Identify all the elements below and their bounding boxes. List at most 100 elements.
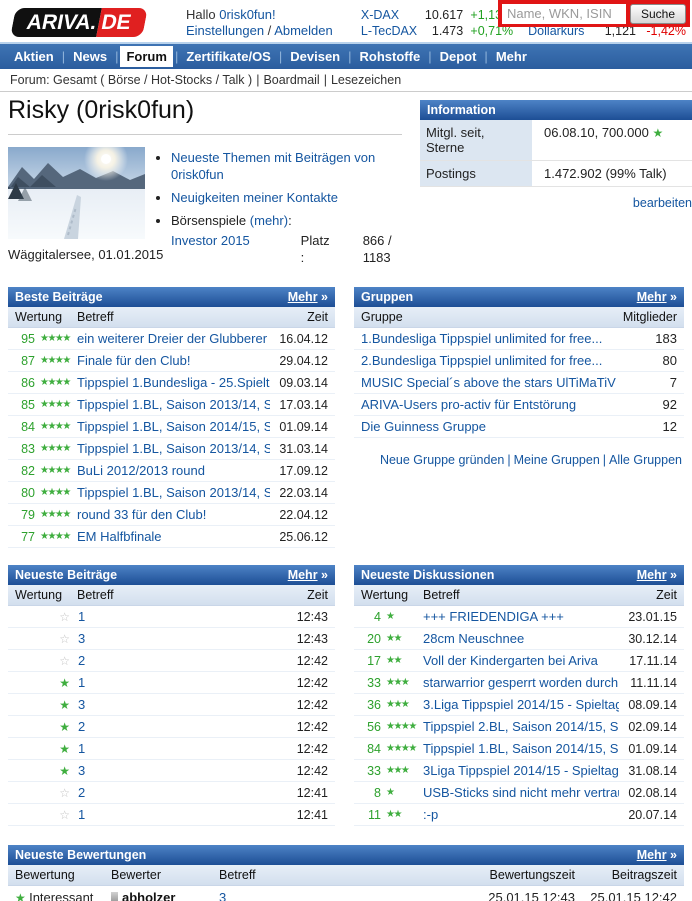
game-link[interactable]: Investor 2015 [171, 232, 283, 266]
mehr-link[interactable]: Mehr » [637, 848, 677, 862]
mehr-link[interactable]: Mehr » [637, 568, 677, 582]
ticker-label[interactable]: X-DAX [361, 7, 417, 23]
mehr-link[interactable]: Mehr » [637, 290, 677, 304]
nav-item-rohstoffe[interactable]: Rohstoffe [354, 46, 427, 67]
betreff-link[interactable]: 28cm Neuschnee [423, 631, 619, 646]
ariva-logo[interactable]: ARIVA. DE [10, 8, 147, 37]
stars-icon: ★★★ [386, 677, 423, 688]
panel-neueste-bewertungen: Neueste Bewertungen Mehr » Bewertung Bew… [8, 845, 684, 901]
betreff-link[interactable]: Tippspiel 2.BL, Saison 2014/15, Spieltag… [423, 719, 619, 734]
beitragszeit-cell: 25.01.15 12:42 [575, 890, 677, 901]
boersenspiele-mehr-link[interactable]: (mehr) [250, 213, 288, 228]
betreff-link[interactable]: +++ FRIEDENDIGA +++ [423, 609, 619, 624]
settings-link[interactable]: Einstellungen [186, 23, 264, 38]
betreff-link[interactable]: 3 [78, 697, 270, 712]
search-button[interactable]: Suche [630, 4, 686, 24]
star-empty-icon: ☆ [15, 654, 70, 668]
nav-item-depot[interactable]: Depot [434, 46, 483, 67]
betreff-link[interactable]: 1 [78, 741, 270, 756]
logout-link[interactable]: Abmelden [274, 23, 333, 38]
mehr-link[interactable]: Mehr » [288, 290, 328, 304]
breadcrumb-link-boardmail[interactable]: Boardmail [263, 73, 319, 87]
col-bewertung: Bewertung [15, 868, 111, 882]
betreff-link[interactable]: 1 [78, 675, 270, 690]
betreff-link[interactable]: ein weiterer Dreier der Glubberer [77, 331, 270, 346]
nav-item-zertifikate-os[interactable]: Zertifikate/OS [180, 46, 277, 67]
list-item-boersenspiele: Börsenspiele (mehr):Investor 2015Platz :… [171, 212, 423, 266]
nav-item-devisen[interactable]: Devisen [284, 46, 346, 67]
page-title: Risky (0risk0fun) [8, 96, 402, 135]
wertung-value: 86 [15, 376, 35, 390]
zeit-cell: 17.03.14 [270, 398, 328, 412]
betreff-link[interactable]: Tippspiel 1.BL, Saison 2013/14, Spieltag… [77, 397, 270, 412]
ticker-label[interactable]: L-TecDAX [361, 23, 417, 39]
betreff-link[interactable]: Finale für den Club! [77, 353, 270, 368]
betreff-link[interactable]: BuLi 2012/2013 round [77, 463, 270, 478]
mehr-link[interactable]: Mehr » [288, 568, 328, 582]
betreff-link[interactable]: Tippspiel 1.Bundesliga - 25.Spieltag 201… [77, 375, 270, 390]
bewertung-cell: ★ Interessant [15, 890, 111, 901]
betreff-link[interactable]: USB-Sticks sind nicht mehr vertrauenswür… [423, 785, 619, 800]
betreff-link[interactable]: starwarrior gesperrt worden durch JP [423, 675, 619, 690]
betreff-link[interactable]: 2 [78, 719, 270, 734]
ticker-value: 1.473 [417, 23, 463, 39]
betreff-link[interactable]: Tippspiel 1.BL, Saison 2013/14, Spieltag… [77, 485, 270, 500]
betreff-link[interactable]: 3Liga Tippspiel 2014/15 - Spieltag 08 [423, 763, 619, 778]
stars-icon: ★★★★ [40, 509, 77, 520]
wertung-value: 79 [15, 508, 35, 522]
gruppen-footer-link[interactable]: Neue Gruppe gründen [380, 453, 504, 467]
wertung-value: 84 [15, 420, 35, 434]
search-input[interactable] [502, 4, 626, 24]
bewerter-link[interactable]: abholzer [122, 890, 175, 901]
betreff-link[interactable]: 3 [219, 890, 226, 901]
table-row: MUSIC Special´s above the stars UlTiMaTi… [354, 372, 684, 394]
col-bewerter: Bewerter [111, 868, 219, 882]
nav-item-news[interactable]: News [67, 46, 113, 67]
betreff-link[interactable]: Tippspiel 1.BL, Saison 2014/15, Spieltag… [77, 419, 270, 434]
breadcrumb-link-lesezeichen[interactable]: Lesezeichen [331, 73, 401, 87]
betreff-link[interactable]: 3.Liga Tippspiel 2014/15 - Spieltag 09 [423, 697, 619, 712]
gruppe-link[interactable]: ARIVA-Users pro-activ für Entstörung [361, 397, 633, 412]
betreff-link[interactable]: EM Halfbfinale [77, 529, 270, 544]
search-highlight-box: Suche [498, 0, 690, 27]
betreff-link[interactable]: 1 [78, 609, 270, 624]
zeit-cell: 12:42 [270, 764, 328, 778]
gruppen-footer-link[interactable]: Alle Gruppen [609, 453, 682, 467]
info-row: Postings1.472.902 (99% Talk) [420, 161, 692, 187]
gruppe-link[interactable]: 2.Bundesliga Tippspiel unlimited for fre… [361, 353, 633, 368]
nav-item-mehr[interactable]: Mehr [490, 46, 533, 67]
edit-profile-link[interactable]: bearbeiten [633, 196, 692, 210]
betreff-link[interactable]: 2 [78, 785, 270, 800]
column-header-row: Wertung Betreff Zeit [354, 585, 684, 606]
panel-title: Neueste Beiträge [15, 568, 117, 582]
gruppe-link[interactable]: MUSIC Special´s above the stars UlTiMaTi… [361, 375, 633, 390]
betreff-link[interactable]: Voll der Kindergarten bei Ariva [423, 653, 619, 668]
profile-link[interactable]: Neueste Themen mit Beiträgen von 0risk0f… [171, 150, 375, 182]
betreff-link[interactable]: 1 [78, 807, 270, 822]
gruppen-footer-link[interactable]: Meine Gruppen [514, 453, 600, 467]
table-row: 84★★★★Tippspiel 1.BL, Saison 2014/15, Sp… [354, 738, 684, 760]
wertung-value: 77 [15, 530, 35, 544]
betreff-link[interactable]: round 33 für den Club! [77, 507, 270, 522]
betreff-link[interactable]: 3 [78, 631, 270, 646]
gruppe-link[interactable]: 1.Bundesliga Tippspiel unlimited for fre… [361, 331, 633, 346]
betreff-link[interactable]: Tippspiel 1.BL, Saison 2013/14, Spieltag… [77, 441, 270, 456]
mitglieder-count: 7 [633, 375, 677, 390]
betreff-link[interactable]: :-p [423, 807, 619, 822]
betreff-link[interactable]: 2 [78, 653, 270, 668]
wertung-value: 56 [361, 720, 381, 734]
username-link[interactable]: 0risk0fun! [219, 7, 275, 22]
platz-value: 866 / 1183 [363, 232, 423, 266]
footer-separator: | [600, 453, 609, 467]
zeit-cell: 12:42 [270, 720, 328, 734]
column-header-row: Wertung Betreff Zeit [8, 585, 335, 606]
gruppe-link[interactable]: Die Guinness Gruppe [361, 419, 633, 434]
nav-item-forum[interactable]: Forum [120, 46, 172, 67]
star-empty-icon: ☆ [15, 786, 70, 800]
nav-item-aktien[interactable]: Aktien [8, 46, 60, 67]
table-row: 20★★28cm Neuschnee30.12.14 [354, 628, 684, 650]
betreff-link[interactable]: Tippspiel 1.BL, Saison 2014/15, Spieltag… [423, 741, 619, 756]
star-icon: ★ [652, 126, 663, 140]
profile-link[interactable]: Neuigkeiten meiner Kontakte [171, 190, 338, 205]
betreff-link[interactable]: 3 [78, 763, 270, 778]
